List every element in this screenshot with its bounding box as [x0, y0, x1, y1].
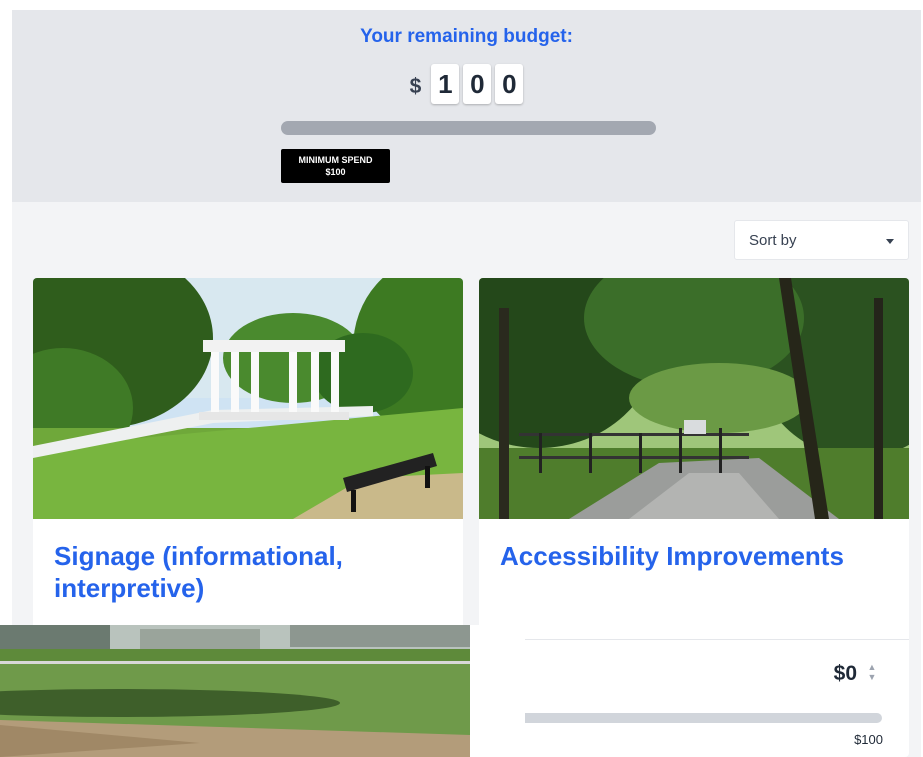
budget-title: Your remaining budget: — [360, 26, 573, 47]
budget-digit: 1 — [431, 64, 460, 104]
allocation-max-label: $100 — [854, 732, 883, 747]
budget-progress-bar — [281, 121, 656, 135]
budget-digit: 0 — [495, 64, 524, 104]
project-image — [33, 278, 463, 519]
baseball-field-photo — [0, 625, 470, 757]
chevron-down-icon[interactable]: ▼ — [865, 672, 879, 682]
project-title[interactable]: Accessibility Improvements — [500, 540, 890, 572]
chevron-down-icon — [886, 239, 894, 244]
allocation-control: $0 ▲ ▼ $100 — [479, 639, 909, 757]
minimum-spend-value: $100 — [325, 167, 346, 177]
budget-currency: $ — [409, 75, 422, 98]
amount-stepper[interactable]: ▲ ▼ — [865, 662, 879, 686]
park-gazebo-bench-photo — [33, 278, 463, 519]
overlay-strip — [470, 625, 525, 757]
minimum-spend-label: MINIMUM SPEND — [298, 155, 373, 165]
allocation-amount: $0 — [833, 662, 857, 685]
project-card[interactable]: Accessibility Improvements $0 ▲ ▼ $100 — [479, 278, 909, 757]
budget-amount: $ 1 0 0 — [12, 64, 921, 104]
budget-panel: Your remaining budget: $ 1 0 0 MINIMUM S… — [12, 10, 921, 202]
wooded-playground-path-photo — [479, 278, 909, 519]
overlay-image — [0, 625, 470, 757]
chevron-up-icon[interactable]: ▲ — [865, 662, 879, 672]
sort-dropdown[interactable]: Sort by — [734, 220, 909, 260]
project-image — [479, 278, 909, 519]
project-title[interactable]: Signage (informational, interpretive) — [54, 540, 444, 604]
budget-digit: 0 — [463, 64, 492, 104]
minimum-spend-badge: MINIMUM SPEND $100 — [281, 149, 390, 183]
sort-label: Sort by — [749, 231, 797, 249]
project-card[interactable]: Signage (informational, interpretive) — [33, 278, 463, 638]
allocation-slider[interactable] — [511, 713, 882, 723]
